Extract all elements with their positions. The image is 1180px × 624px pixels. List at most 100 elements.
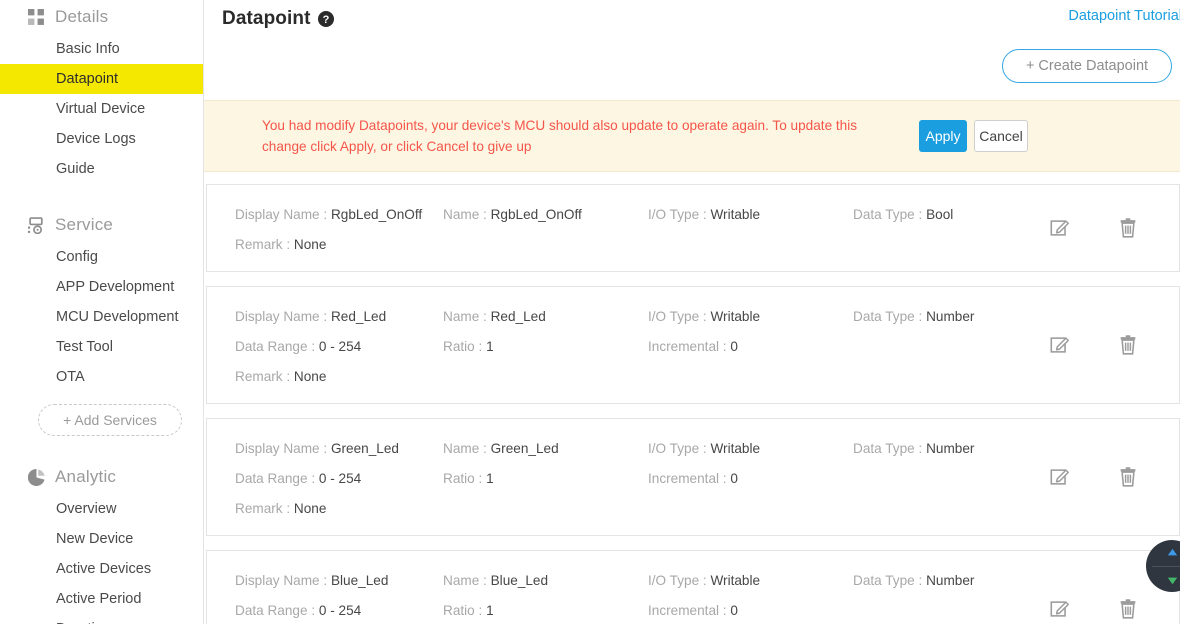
remark-value: None [293,368,327,384]
edit-pencil-icon[interactable] [1049,597,1071,621]
page-title: Datapoint [222,8,311,29]
row-actions [1049,185,1169,271]
incremental-field: Incremental : 0 [648,603,853,618]
incremental-label: Incremental : [648,602,727,618]
sidebar-item-label: New Device [56,531,134,547]
name-value: RgbLed_OnOff [490,206,582,222]
trash-icon[interactable] [1117,597,1139,621]
data-type-field: Data Type : Number [853,309,1053,324]
sidebar-group-header: Service [0,208,203,242]
sidebar-item-label: Active Devices [56,561,152,577]
datapoint-card: Display Name : Green_Led Name : Green_Led… [206,418,1180,536]
datapoint-row-remark: Remark : None [207,493,1179,523]
sidebar-group-label: Service [55,215,114,234]
remark-label: Remark : [235,368,291,384]
datapoint-row-primary: Display Name : Red_Led Name : Red_Led I/O … [207,301,1179,331]
name-label: Name : [443,206,487,222]
sidebar-item-active-period[interactable]: Active Period [0,584,203,614]
datapoint-row-primary: Display Name : Green_Led Name : Green_Led… [207,433,1179,463]
data-type-label: Data Type : [853,572,923,588]
display-name-field: Display Name : Green_Led [235,441,443,456]
add-services-button[interactable]: + Add Services [38,404,182,436]
data-type-value: Bool [926,206,954,222]
pie-chart-icon [28,468,45,486]
ratio-label: Ratio : [443,602,483,618]
datapoint-row-remark: Remark : None [207,229,1179,259]
trash-icon[interactable] [1117,333,1139,357]
sidebar-item-label: Active Period [56,591,142,607]
sidebar-item-datapoint[interactable]: Datapoint [0,64,203,94]
sidebar-item-active-devices[interactable]: Active Devices [0,554,203,584]
trash-icon[interactable] [1117,216,1139,240]
sidebar-item-label: OTA [56,369,85,385]
display-name-label: Display Name : [235,308,328,324]
name-field: Name : Red_Led [443,309,648,324]
apply-button[interactable]: Apply [919,120,967,152]
remark-label: Remark : [235,236,291,252]
create-datapoint-button[interactable]: + Create Datapoint [1002,49,1172,83]
io-type-value: Writable [710,308,761,324]
sidebar-item-virtual-device[interactable]: Virtual Device [0,94,203,124]
sidebar-item-label: MCU Development [56,309,179,325]
grid-icon [28,8,45,26]
display-name-field: Display Name : Red_Led [235,309,443,324]
sidebar-item-mcu-development[interactable]: MCU Development [0,302,203,332]
sidebar-item-label: Datapoint [56,71,119,87]
sidebar-item-app-development[interactable]: APP Development [0,272,203,302]
io-type-label: I/O Type : [648,308,707,324]
sidebar-item-label: Device Logs [56,131,136,147]
question-mark-icon[interactable]: ? [317,11,334,27]
sidebar-item-label: Guide [56,161,95,177]
sidebar-item-guide[interactable]: Guide [0,154,203,184]
trash-icon[interactable] [1117,465,1139,489]
data-range-field: Data Range : 0 - 254 [235,471,443,486]
incremental-label: Incremental : [648,470,727,486]
sidebar-group-label: Analytic [55,467,117,486]
mcu-update-warning-banner: You had modify Datapoints, your device's… [204,100,1180,172]
display-name-field: Display Name : RgbLed_OnOff [235,207,443,222]
sidebar-item-device-logs[interactable]: Device Logs [0,124,203,154]
edit-pencil-icon[interactable] [1049,216,1071,240]
sidebar-item-config[interactable]: Config [0,242,203,272]
display-name-value: Green_Led [330,440,399,456]
datapoint-row-primary: Display Name : RgbLed_OnOff Name : RgbLed… [207,199,1179,229]
data-type-value: Number [926,308,975,324]
edit-pencil-icon[interactable] [1049,465,1071,489]
io-type-field: I/O Type : Writable [648,573,853,588]
ratio-field: Ratio : 1 [443,471,648,486]
incremental-field: Incremental : 0 [648,339,853,354]
sidebar-item-label: Test Tool [56,339,113,355]
name-label: Name : [443,308,487,324]
sidebar-item-new-device[interactable]: New Device [0,524,203,554]
remark-field: Remark : None [235,501,443,516]
data-range-value: 0 - 254 [318,602,362,618]
sidebar-item-overview[interactable]: Overview [0,494,203,524]
io-type-value: Writable [710,440,761,456]
remark-field: Remark : None [235,237,443,252]
cancel-button[interactable]: Cancel [974,120,1028,152]
io-type-label: I/O Type : [648,572,707,588]
datapoint-tutorial-link[interactable]: Datapoint Tutorial [1068,8,1180,24]
io-type-value: Writable [710,206,761,222]
data-range-label: Data Range : [235,338,316,354]
server-gear-icon [28,216,45,234]
io-type-value: Writable [710,572,761,588]
scroll-float-widget[interactable] [1146,540,1180,592]
incremental-value: 0 [730,470,738,486]
display-name-label: Display Name : [235,206,328,222]
datapoint-card: Display Name : RgbLed_OnOff Name : RgbLed… [206,184,1180,272]
arrow-down-icon[interactable] [1146,566,1180,592]
sidebar-item-test-tool[interactable]: Test Tool [0,332,203,362]
page-header: Datapoint ? Datapoint Tutorial [204,0,1180,38]
sidebar-item-basic-info[interactable]: Basic Info [0,34,203,64]
remark-label: Remark : [235,500,291,516]
sidebar-group-details: Details Basic Info Datapoint Virtual Device… [0,0,203,184]
sidebar-item-ota[interactable]: OTA [0,362,203,392]
sidebar-item-duration[interactable]: Duration [0,614,203,624]
io-type-field: I/O Type : Writable [648,441,853,456]
data-range-field: Data Range : 0 - 254 [235,603,443,618]
ratio-label: Ratio : [443,338,483,354]
edit-pencil-icon[interactable] [1049,333,1071,357]
arrow-up-icon[interactable] [1146,540,1180,566]
io-type-field: I/O Type : Writable [648,207,853,222]
